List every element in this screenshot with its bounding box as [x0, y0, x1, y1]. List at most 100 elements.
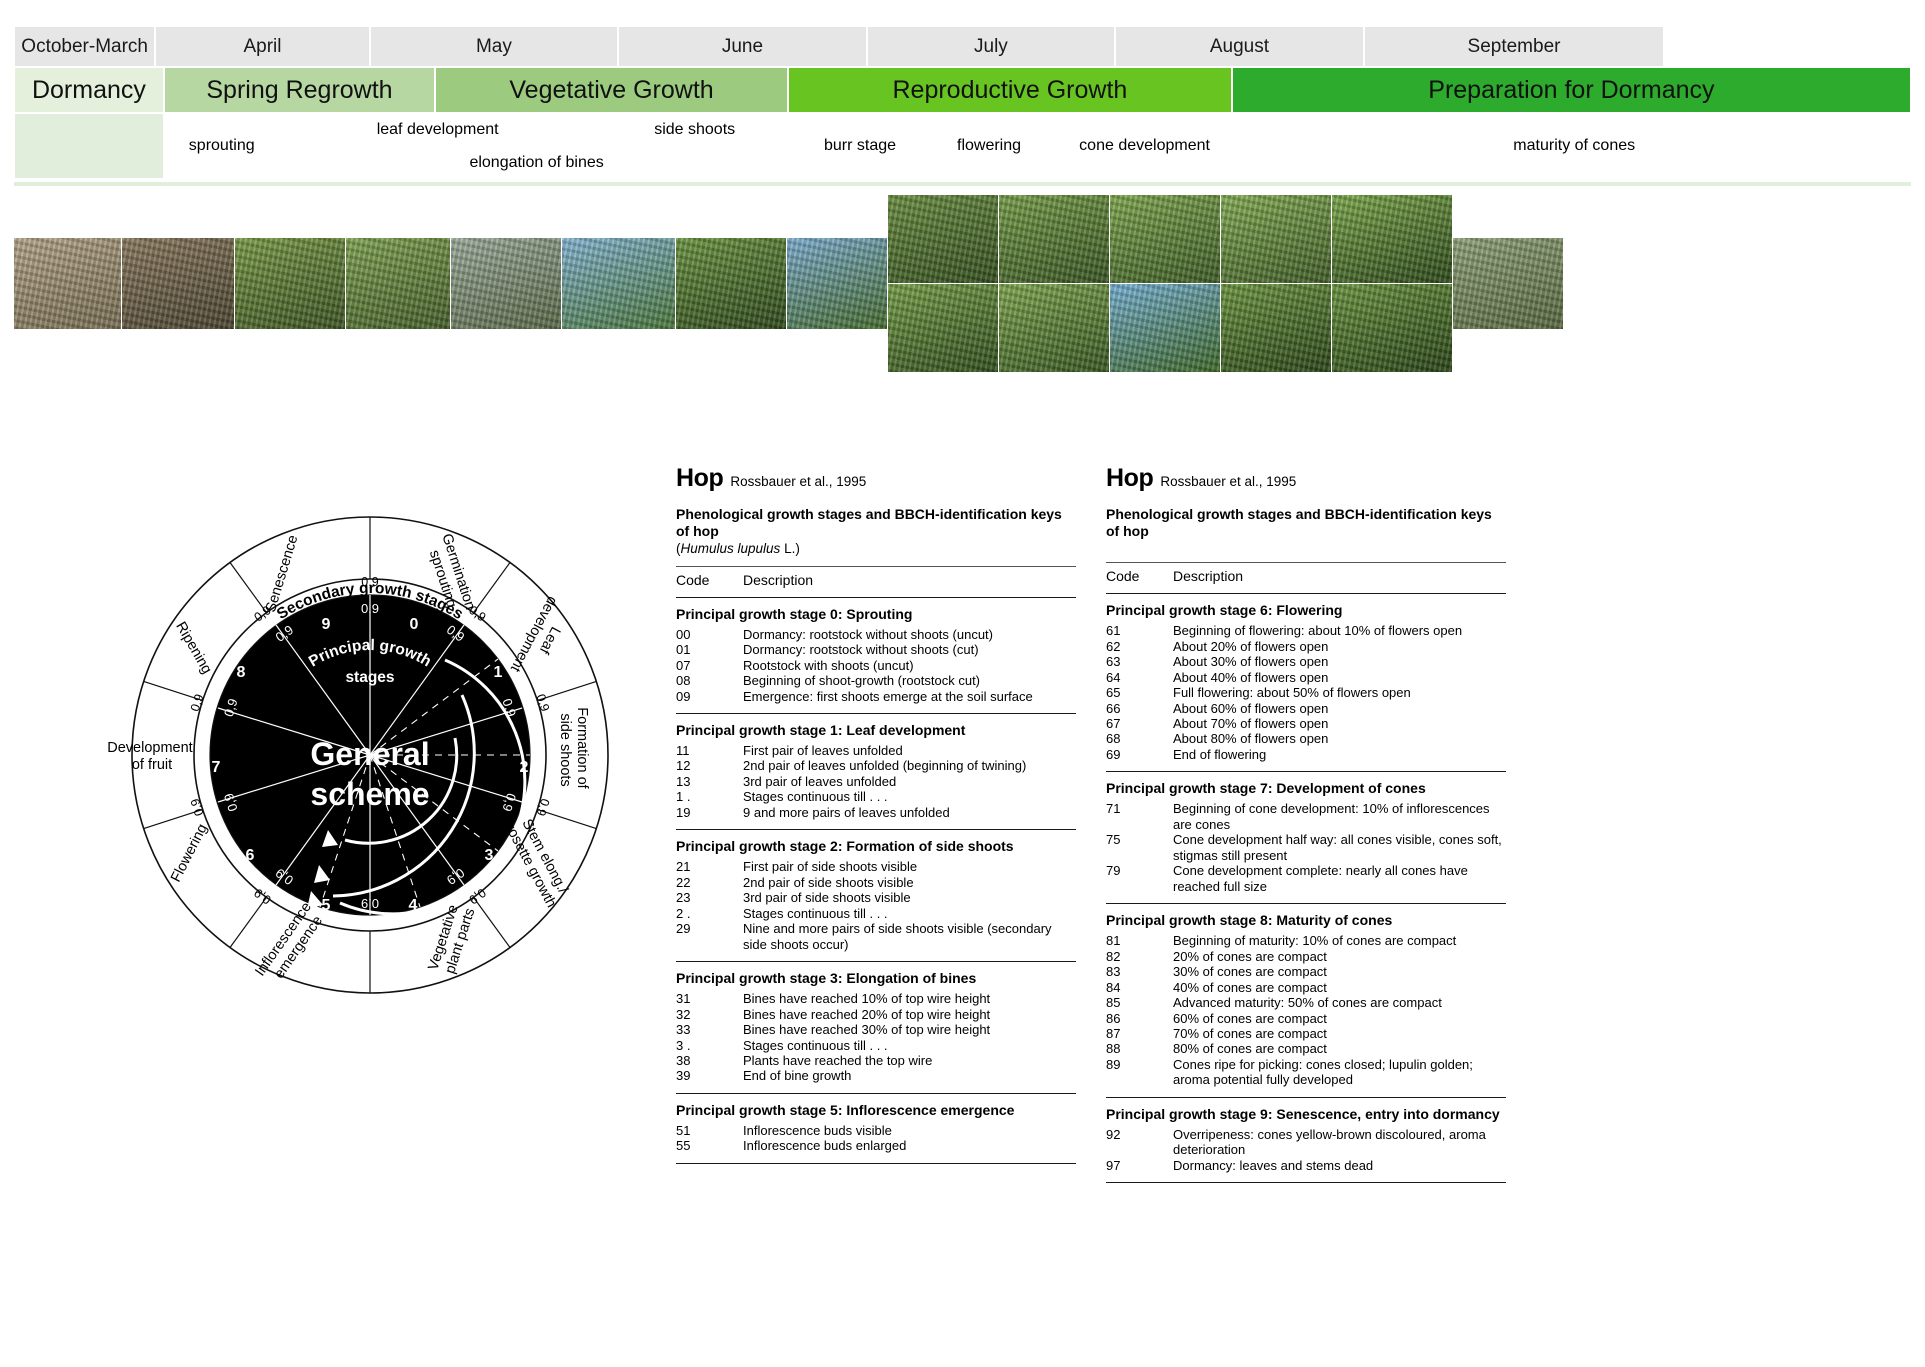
stage-code: 89 [1106, 1056, 1121, 1072]
stage-code: 3 . [676, 1037, 691, 1053]
stage-code-row: 97 Dormancy: leaves and stems dead [1106, 1158, 1506, 1173]
stage-code-row: 79 Cone development complete: nearly all … [1106, 863, 1506, 894]
month-cell: August [1115, 26, 1364, 67]
stage-description: Bines have reached 30% of top wire heigh… [743, 1022, 991, 1038]
stage-code-list: 11 First pair of leaves unfolded 12 2nd pai… [676, 743, 1076, 822]
substage-cell-cone-development: cone development [1051, 113, 1238, 179]
stage-heading: Principal growth stage 8: Maturity of co… [1106, 912, 1393, 929]
stage-code-row: 13 3rd pair of leaves unfolded [676, 774, 1076, 789]
stage-code-row: 87 70% of cones are compact [1106, 1026, 1506, 1041]
stage-description: About 20% of flowers open [1173, 638, 1329, 654]
sector-label-fruit-l2: of fruit [132, 757, 172, 773]
svg-text:Formation of side sh: Formation of side shoots [557, 707, 590, 792]
photo-texture [346, 238, 450, 329]
phase-cell-vegetative: Vegetative Growth [435, 67, 788, 113]
stage-code-row: 11 First pair of leaves unfolded [676, 743, 1076, 758]
stage-code: 87 [1106, 1026, 1121, 1041]
stage-code: 79 [1106, 863, 1121, 879]
principal-number-0: 0 [410, 616, 419, 633]
month-cell: April [155, 26, 370, 67]
stage-separator [676, 1162, 1076, 1164]
stage-code-row: 65 Full flowering: about 50% of flowers o… [1106, 685, 1506, 700]
stage-code-row: 19 9 and more pairs of leaves unfolded [676, 805, 1076, 820]
stage-code-row: 71 Beginning of cone development: 10% of … [1106, 801, 1506, 832]
stage-code-row: 85 Advanced maturity: 50% of cones are co… [1106, 995, 1506, 1010]
stage-code: 81 [1106, 933, 1121, 949]
phenology-timeline-table: October-March April May June July August… [14, 26, 1911, 179]
stage-code: 65 [1106, 685, 1121, 701]
photo-bines-climbing [676, 238, 786, 329]
stage-description: End of bine growth [743, 1068, 852, 1084]
stage-code-row: 89 Cones ripe for picking: cones closed; … [1106, 1057, 1506, 1088]
stage-description: 40% of cones are compact [1173, 979, 1327, 995]
stage-heading: Principal growth stage 0: Sprouting [676, 605, 913, 622]
stage-code-row: 01 Dormancy: rootstock without shoots (cu… [676, 642, 1076, 657]
stage-description: Cone development half way: all cones vis… [1173, 832, 1502, 863]
photo-texture [1453, 238, 1563, 329]
photo-hopyard-3 [1110, 284, 1220, 372]
stage-description: Rootstock with shoots (uncut) [743, 657, 914, 673]
stage-code: 51 [676, 1122, 691, 1138]
stage-description: Full flowering: about 50% of flowers ope… [1173, 685, 1411, 701]
photo-texture [676, 238, 786, 329]
bbch-left-binomial-close: L.) [780, 541, 800, 557]
stage-description: 30% of cones are compact [1173, 964, 1327, 980]
stage-code-row: 83 30% of cones are compact [1106, 964, 1506, 979]
bbch-left-col-desc: Description [743, 571, 814, 588]
photo-rootstock-soil [122, 238, 234, 329]
stage-code-row: 1 . Stages continuous till . . . [676, 789, 1076, 804]
stage-description: End of flowering [1173, 746, 1267, 762]
stage-code-list: 71 Beginning of cone development: 10% of … [1106, 801, 1506, 896]
stage-code: 55 [676, 1138, 691, 1154]
wheel-svg: Secondary growth stages Principal growth… [107, 516, 609, 994]
month-cell: October-March [14, 26, 156, 67]
bbch-left-titleline: Hop Rossbauer et al., 1995 [676, 464, 1076, 493]
stage-code-list: 21 First pair of side shoots visible 22 2nd… [676, 859, 1076, 954]
stage-description: Beginning of maturity: 10% of cones are … [1173, 933, 1457, 949]
stage-description: Stages continuous till . . . [743, 789, 888, 805]
principal-number-2: 2 [520, 759, 529, 776]
principal-number-7: 7 [212, 759, 221, 776]
photo-texture [14, 238, 121, 329]
stage-heading: Principal growth stage 7: Development of… [1106, 780, 1426, 797]
stage-code-row: 3 . Stages continuous till . . . [676, 1038, 1076, 1053]
photo-mature-cone [1332, 195, 1452, 283]
stage-description: Beginning of shoot-growth (rootstock cut… [743, 673, 981, 689]
principal-number-4: 4 [409, 897, 418, 914]
sector-label-sideshoots-l2: side shoots [557, 713, 573, 786]
principal-number-1: 1 [494, 664, 503, 681]
stage-code: 83 [1106, 964, 1121, 980]
stage-code-row: 66 About 60% of flowers open [1106, 701, 1506, 716]
principal-number-6: 6 [246, 847, 255, 864]
month-cell: September [1363, 26, 1665, 67]
stage-code-row: 31 Bines have reached 10% of top wire hei… [676, 991, 1076, 1006]
stage-code-row: 32 Bines have reached 20% of top wire hei… [676, 1007, 1076, 1022]
month-cell: June [618, 26, 867, 67]
photo-texture [787, 238, 887, 329]
stage-heading: Principal growth stage 5: Inflorescence … [676, 1101, 1015, 1118]
photo-texture [1221, 284, 1331, 372]
stage-code-row: 07 Rootstock with shoots (uncut) [676, 658, 1076, 673]
timeline-phase-row: Dormancy Spring Regrowth Vegetative Grow… [14, 67, 1911, 113]
stage-code: 00 [676, 626, 691, 642]
substage-cell-burr-stage: burr stage [793, 113, 927, 179]
stage-code: 29 [676, 921, 691, 937]
stage-code: 66 [1106, 700, 1121, 716]
stage-code: 1 . [676, 789, 691, 805]
stage-code: 85 [1106, 995, 1121, 1011]
principal-number-3: 3 [485, 847, 494, 864]
stage-code: 82 [1106, 948, 1121, 964]
stage-code-row: 39 End of bine growth [676, 1068, 1076, 1083]
stage-code: 84 [1106, 979, 1121, 995]
stage-description: Stages continuous till . . . [743, 905, 888, 921]
stage-code: 69 [1106, 746, 1121, 762]
principal-number-9: 9 [322, 616, 331, 633]
stage-description: 80% of cones are compact [1173, 1041, 1327, 1057]
stage-code: 31 [676, 991, 691, 1007]
month-cell: May [369, 26, 619, 67]
stage-code: 09 [676, 688, 691, 704]
photo-burr-stage [888, 195, 998, 283]
bbch-right-col-code: Code [1106, 568, 1140, 585]
photo-hopyard-5 [1332, 284, 1452, 372]
stage-code-row: 84 40% of cones are compact [1106, 980, 1506, 995]
